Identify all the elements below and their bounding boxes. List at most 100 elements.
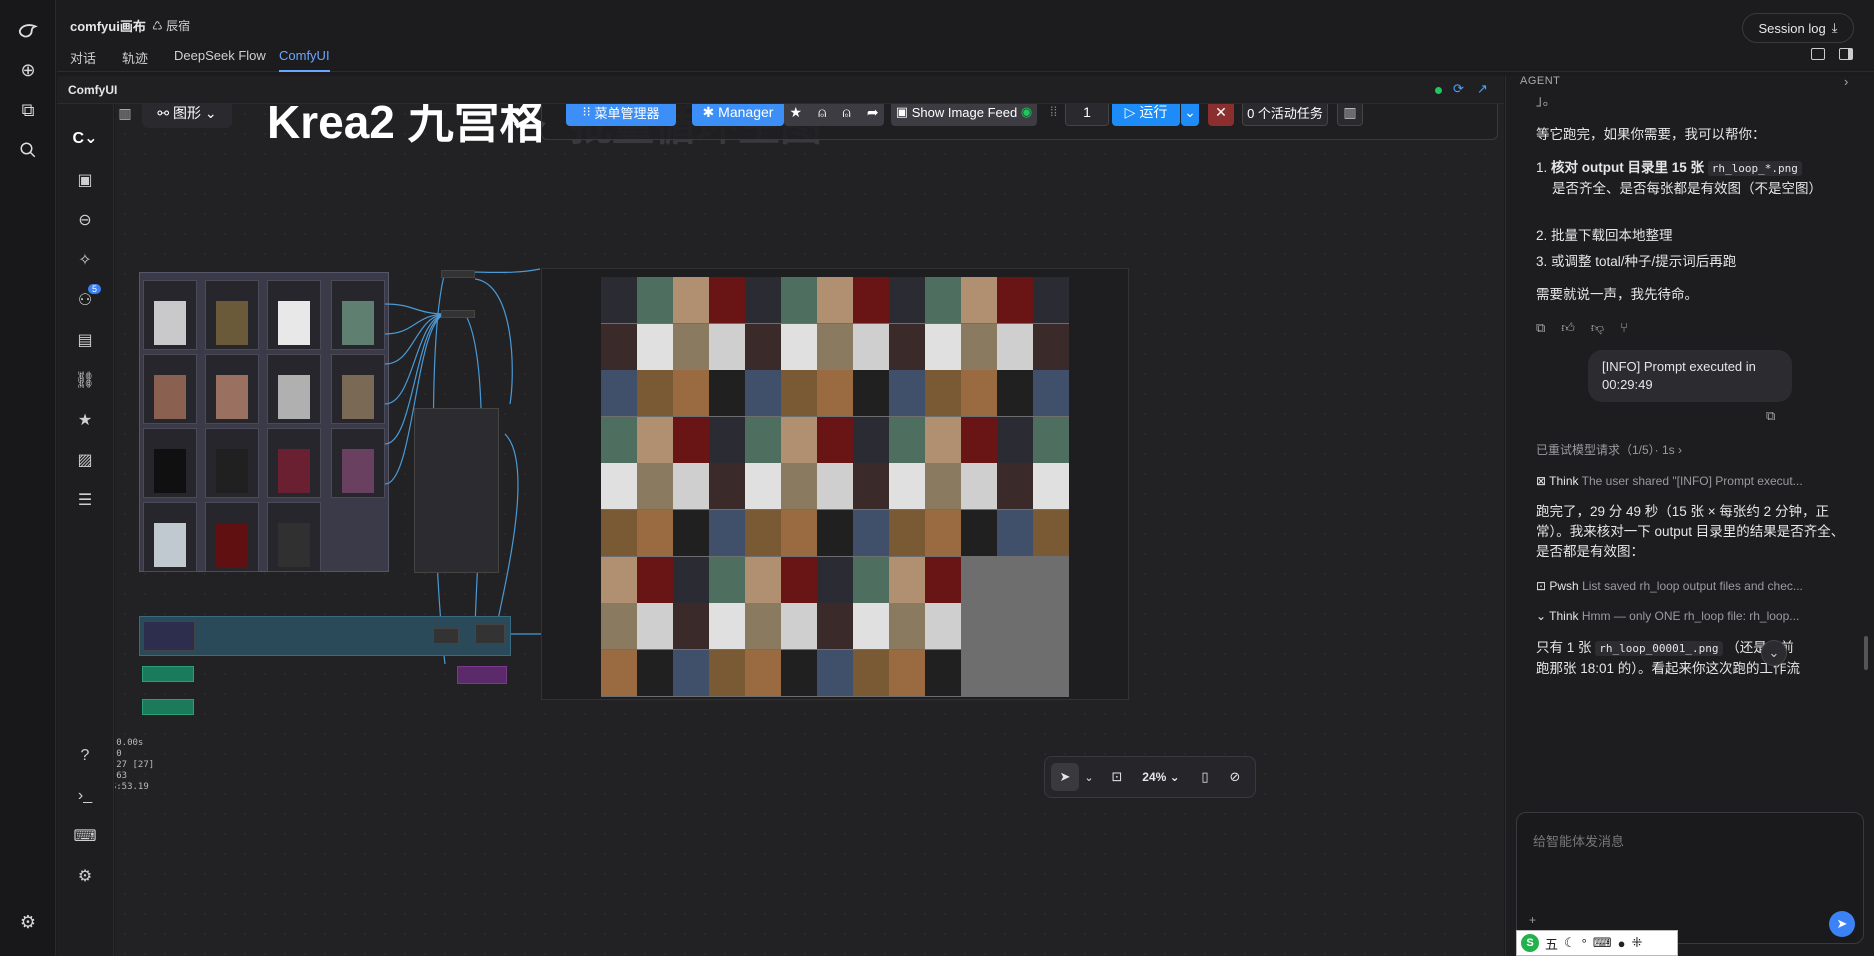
new-chat-icon[interactable]: ⊕ [14, 56, 42, 84]
grid-image-cell [925, 556, 961, 603]
gallery-icon[interactable]: ▨ [73, 448, 97, 472]
grid-image-cell [673, 556, 709, 603]
model-library-icon[interactable]: ⚇ 5 [73, 284, 101, 312]
grid-image-cell [781, 556, 817, 603]
stat-n: N: 27 [27] [115, 760, 155, 770]
tab-chat[interactable]: 对话 [70, 48, 96, 67]
grid-image-cell [673, 603, 709, 650]
zoom-dropdown[interactable]: 24% ⌄ [1135, 765, 1187, 789]
tab-trace[interactable]: 轨迹 [122, 48, 148, 67]
grid-image-cell [889, 277, 925, 323]
comfy-canvas[interactable]: 批量循环生图 ▥ ⚯ 图形 ⌄ Krea2 九宫格 ⁝⁝ 菜单管理器 ✱ Man… [115, 104, 1504, 956]
image-icon[interactable]: ▣ [73, 168, 97, 192]
save-node[interactable] [475, 624, 505, 644]
think-step[interactable]: ⊠ Think The user shared "[INFO] Prompt e… [1536, 471, 1803, 491]
seed-node[interactable] [142, 666, 194, 682]
branch-icon[interactable]: ⑂ [1620, 320, 1644, 335]
grid-image-cell [1033, 510, 1069, 556]
tab-deepseek-flow[interactable]: DeepSeek Flow [174, 48, 266, 63]
grid-image-cell [781, 510, 817, 556]
reroute-node[interactable] [441, 310, 475, 318]
vae-node[interactable] [433, 628, 459, 644]
counter-node[interactable] [142, 699, 194, 715]
node-library-icon[interactable]: ⊖ [73, 208, 97, 232]
think-step-expanded[interactable]: ⌄ Think Hmm — only ONE rh_loop file: rh_… [1536, 606, 1799, 626]
scroll-down-icon[interactable]: ⌄ [1761, 640, 1787, 666]
grid-image-cell [673, 323, 709, 370]
grid-image-cell [925, 416, 961, 463]
comfy-logo-icon[interactable]: C⌄ [73, 126, 98, 150]
send-icon[interactable]: ➤ [1829, 911, 1855, 937]
grid-image-cell [1033, 416, 1069, 463]
workflows-icon[interactable]: ▤ [73, 328, 97, 352]
deepseek-logo-icon[interactable] [14, 16, 42, 44]
notification-badge: 5 [87, 284, 101, 294]
grid-image-cell [1033, 463, 1069, 510]
layout-bottom-icon[interactable] [1811, 48, 1825, 60]
item1-code: rh_loop_*.png [1707, 161, 1802, 176]
grid-image-cell [817, 323, 853, 370]
sparkle-nodes-icon[interactable]: ✧ [73, 248, 97, 272]
grid-image-cell [637, 649, 673, 696]
help-icon[interactable]: ? [73, 744, 97, 768]
settings-gear-icon[interactable]: ⚙ [14, 908, 42, 936]
tab-comfyui[interactable]: ComfyUI [279, 48, 330, 72]
new-window-icon[interactable]: ⧉ [14, 96, 42, 124]
layout-side-icon[interactable] [1839, 48, 1853, 60]
ime-toolbar[interactable]: S 五 ☾ ° ⌨ ● ⁜ [1516, 930, 1678, 956]
grid-image-cell [709, 323, 745, 370]
keyboard-icon[interactable]: ⌨ [73, 824, 97, 848]
search-icon[interactable] [14, 136, 42, 164]
agent-title: AGENT [1520, 75, 1561, 87]
prompt-node[interactable] [143, 621, 195, 651]
minimap-icon[interactable]: ▯ [1193, 765, 1217, 789]
grid-image-cell [853, 416, 889, 463]
grid-image-cell [673, 370, 709, 417]
loop-controller-node[interactable] [414, 408, 499, 573]
comfy-settings-icon[interactable]: ⚙ [73, 864, 97, 888]
copy-icon[interactable]: ⧉ [1536, 320, 1561, 335]
grid-image-cell [817, 649, 853, 696]
agent-panel: AGENT › 」。 等它跑完，如果你需要，我可以帮你： 1. 核对 outpu… [1505, 74, 1874, 956]
star-icon[interactable]: ★ [73, 408, 97, 432]
external-link-icon[interactable]: ↗ [1477, 81, 1488, 97]
grid-image-cell [997, 370, 1033, 417]
output-node[interactable] [457, 666, 507, 684]
grid-image-cell [817, 277, 853, 323]
grid-image-cell [745, 603, 781, 650]
grid-image-cell [673, 277, 709, 323]
retry-status[interactable]: 已重试模型请求（1/5）· 1s › [1536, 440, 1682, 460]
grid-image-cell [673, 416, 709, 463]
grid-image-cell [709, 416, 745, 463]
templates-icon[interactable]: ☰ [73, 488, 97, 512]
link-visibility-icon[interactable]: ⊘ [1223, 765, 1247, 789]
attach-icon[interactable]: + [1529, 913, 1536, 927]
fit-view-icon[interactable]: ⊡ [1105, 765, 1129, 789]
hierarchy-icon[interactable]: ⛓ [73, 368, 97, 392]
scrollbar-thumb[interactable] [1864, 636, 1868, 670]
message-input[interactable]: 给智能体发消息 + ➤ [1516, 812, 1864, 944]
dot-icon: ° [1581, 935, 1587, 951]
grid-image-cell [889, 649, 925, 696]
grid-image-cell [745, 510, 781, 556]
terminal-icon[interactable]: ›_ [73, 784, 97, 808]
tool-chevron-icon[interactable]: ⌄ [1081, 765, 1097, 789]
grid-image-cell [925, 323, 961, 370]
copy-user-icon[interactable]: ⧉ [1766, 408, 1775, 424]
grid-image-cell [781, 463, 817, 510]
thumbs-down-icon[interactable]: 👎︎ [1591, 320, 1620, 335]
grid-image-cell [997, 510, 1033, 556]
reroute-node[interactable] [441, 270, 475, 278]
tab-comfyui-label: ComfyUI [279, 48, 330, 63]
pwsh-step[interactable]: ⊡ Pwsh List saved rh_loop output files a… [1536, 576, 1803, 596]
refresh-icon[interactable]: ⟳ [1453, 81, 1464, 97]
grid-image-cell [781, 603, 817, 650]
thumbs-up-icon[interactable]: 👍︎ [1561, 320, 1591, 335]
select-tool-icon[interactable]: ➤ [1051, 763, 1079, 791]
item2-text: 批量下载回本地整理 [1551, 228, 1673, 243]
grid-image-cell [781, 277, 817, 323]
pwsh-label: Pwsh [1549, 579, 1579, 593]
session-log-button[interactable]: Session log ⤓ [1742, 13, 1854, 43]
agent-list-item: 3. 或调整 total/种子/提示词后再跑 [1536, 254, 1737, 269]
collapse-chevron-icon[interactable]: › [1844, 74, 1848, 89]
